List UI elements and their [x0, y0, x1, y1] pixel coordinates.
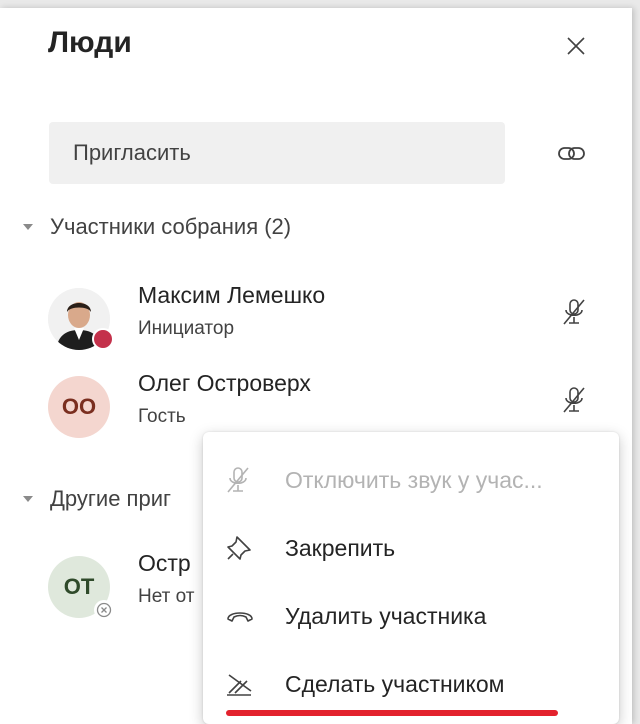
avatar-initials: ОТ [63, 574, 95, 599]
participant-name: Максим Лемешко [138, 282, 326, 308]
close-button[interactable] [560, 30, 592, 62]
mic-off-icon [563, 387, 585, 413]
menu-item-label: Отключить звук у учас... [285, 466, 543, 493]
menu-item-make-attendee[interactable]: Сделать участником [203, 652, 619, 716]
caret-down-icon [22, 495, 38, 503]
participant-role: Нет от [138, 586, 195, 607]
pin-icon [225, 534, 285, 562]
menu-item-label: Сделать участником [285, 670, 505, 697]
avatar-initials: ОО [61, 394, 97, 419]
participant-row[interactable]: Максим Лемешко Инициатор [48, 282, 608, 360]
highlight-underline [226, 710, 558, 716]
menu-item-label: Удалить участника [285, 602, 487, 629]
invite-input[interactable] [49, 122, 505, 184]
avatar: ОО [48, 376, 110, 438]
section-other-invited[interactable]: Другие приг [22, 486, 171, 512]
link-icon [558, 147, 585, 160]
remove-person-icon [225, 606, 285, 626]
panel-title: Люди [48, 26, 132, 59]
avatar [48, 288, 114, 350]
menu-item-remove-participant[interactable]: Удалить участника [203, 584, 619, 648]
participant-name: Олег Островерх [138, 370, 311, 396]
participant-role: Инициатор [138, 318, 235, 339]
participant-context-menu: Отключить звук у учас... Закрепить Удали… [203, 432, 619, 724]
section-label: Участники собрания (2) [50, 214, 292, 239]
mute-button[interactable] [556, 382, 592, 418]
caret-down-icon [22, 223, 38, 231]
section-label: Другие приг [50, 486, 172, 511]
avatar: ОТ [48, 556, 114, 620]
mic-off-icon [563, 299, 585, 325]
mic-off-icon [225, 465, 285, 495]
menu-item-label: Закрепить [285, 534, 396, 561]
menu-item-pin[interactable]: Закрепить [203, 516, 619, 580]
presence-offline-icon [94, 600, 114, 620]
mute-button[interactable] [556, 294, 592, 330]
close-icon [567, 37, 585, 55]
participant-role: Гость [138, 406, 186, 427]
copy-link-button[interactable] [552, 134, 592, 174]
presence-busy-badge [92, 328, 114, 350]
participant-name: Остр [138, 550, 191, 576]
section-meeting-participants[interactable]: Участники собрания (2) [22, 214, 291, 240]
menu-item-mute-participant[interactable]: Отключить звук у учас... [203, 448, 619, 512]
make-attendee-icon [225, 669, 285, 699]
